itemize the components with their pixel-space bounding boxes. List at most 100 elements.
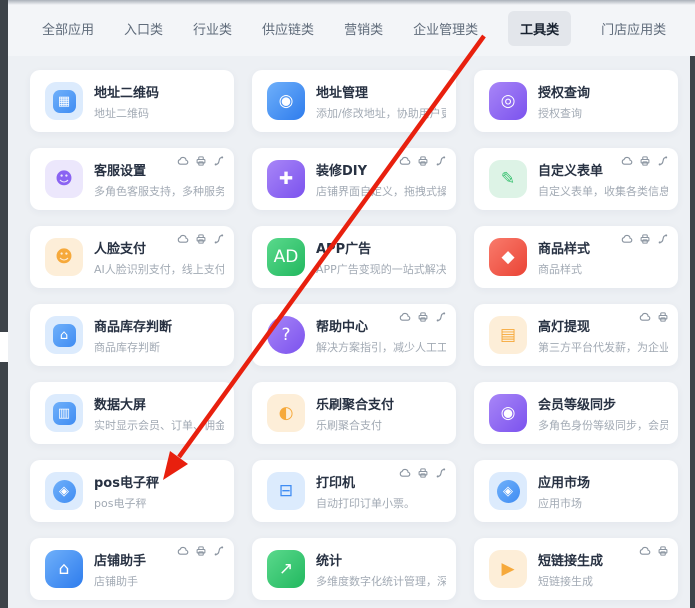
cloud-icon (399, 467, 411, 479)
tab-1[interactable]: 全部应用 (42, 19, 94, 38)
app-card-text: 数据大屏实时显示会员、订单、佣金、地... (94, 394, 224, 433)
app-title: 乐刷聚合支付 (316, 394, 446, 413)
printer-badge-icon (639, 155, 651, 167)
tab-4[interactable]: 供应链类 (262, 19, 314, 38)
tab-6[interactable]: 企业管理类 (413, 19, 478, 38)
qr-code-icon: ▦ (45, 82, 83, 120)
tab-8[interactable]: 门店应用类 (601, 19, 666, 38)
platform-badges (621, 155, 669, 167)
platform-badges (399, 155, 447, 167)
app-subtitle: 短链接生成 (538, 573, 668, 589)
app-card[interactable]: ◐ 乐刷聚合支付乐刷聚合支付 (252, 382, 456, 444)
platform-badges (177, 155, 225, 167)
printer-badge-icon (195, 545, 207, 557)
right-window-rail (690, 56, 695, 608)
app-subtitle: 多角色客服支持，多种服务入口。 (94, 183, 224, 199)
app-subtitle: 多维度数字化统计管理，深度了解... (316, 573, 446, 589)
app-card[interactable]: ▤高灯提现第三方平台代发薪，为企业减税降... (474, 304, 678, 366)
platform-badges (639, 311, 669, 323)
app-card-text: 授权查询授权查询 (538, 82, 668, 121)
app-title: pos电子秤 (94, 472, 224, 491)
app-card[interactable]: ↗ 统计多维度数字化统计管理，深度了解... (252, 538, 456, 600)
app-ad-icon: AD (267, 238, 305, 276)
app-title: 地址管理 (316, 82, 446, 101)
app-title: 商品库存判断 (94, 316, 224, 335)
cloud-icon (177, 545, 189, 557)
app-card[interactable]: ☻人脸支付AI人脸识别支付，线上支付即成线... (30, 226, 234, 288)
app-card-text: 商品库存判断商品库存判断 (94, 316, 224, 355)
printer-badge-icon (195, 233, 207, 245)
app-card[interactable]: ◈ pos电子秤pos电子秤 (30, 460, 234, 522)
left-rail-handle[interactable] (0, 332, 8, 362)
app-card[interactable]: ◉地址管理添加/修改地址，协助用户更改信... (252, 70, 456, 132)
decorate-diy-icon: ✚ (267, 160, 305, 198)
app-card[interactable]: ⌂商品库存判断商品库存判断 (30, 304, 234, 366)
aggregate-pay-icon: ◐ (267, 394, 305, 432)
app-subtitle: 多角色身份等级同步，会员成长体... (538, 417, 668, 433)
cloud-icon (621, 233, 633, 245)
pos-scale-icon: ◈ (45, 472, 83, 510)
withdraw-icon: ▤ (489, 316, 527, 354)
cloud-icon (639, 311, 651, 323)
app-card[interactable]: ⊟打印机自动打印订单小票。 (252, 460, 456, 522)
printer-badge-icon (657, 545, 669, 557)
app-subtitle: 店铺助手 (94, 573, 224, 589)
platform-badges (399, 467, 447, 479)
statistics-icon: ↗ (267, 550, 305, 588)
printer-badge-icon (657, 311, 669, 323)
printer-badge-icon (639, 233, 651, 245)
app-subtitle: 商品库存判断 (94, 339, 224, 355)
link-icon (213, 233, 225, 245)
app-subtitle: 商品样式 (538, 261, 668, 277)
top-shadow (8, 0, 695, 5)
printer-badge-icon (417, 155, 429, 167)
category-tabbar: 全部应用入口类行业类供应链类营销类企业管理类工具类门店应用类区块链类 (8, 0, 695, 56)
app-subtitle: 自动打印订单小票。 (316, 495, 446, 511)
data-screen-icon-glyph: ▥ (53, 402, 76, 425)
app-subtitle: AI人脸识别支付，线上支付即成线... (94, 261, 224, 277)
app-card[interactable]: ▥ 数据大屏实时显示会员、订单、佣金、地... (30, 382, 234, 444)
app-subtitle: 应用市场 (538, 495, 668, 511)
app-subtitle: 乐刷聚合支付 (316, 417, 446, 433)
printer-badge-icon (417, 467, 429, 479)
app-card[interactable]: ◈应用市场应用市场 (474, 460, 678, 522)
app-subtitle: 自定义表单，收集各类信息。 (538, 183, 668, 199)
printer-badge-icon (195, 155, 207, 167)
app-card[interactable]: ⌂店铺助手店铺助手 (30, 538, 234, 600)
link-icon (213, 545, 225, 557)
app-title: 统计 (316, 550, 446, 569)
app-subtitle: 店铺界面自定义，拖拽式操作，自... (316, 183, 446, 199)
authorization-search-icon: ◎ (489, 82, 527, 120)
app-card[interactable]: ◎ 授权查询授权查询 (474, 70, 678, 132)
product-style-icon: ◆ (489, 238, 527, 276)
short-link-icon: ▶ (489, 550, 527, 588)
app-card[interactable]: ☻客服设置多角色客服支持，多种服务入口。 (30, 148, 234, 210)
app-card[interactable]: ✎自定义表单自定义表单，收集各类信息。 (474, 148, 678, 210)
face-pay-icon: ☻ (45, 238, 83, 276)
member-level-icon: ◉ (489, 394, 527, 432)
platform-badges (621, 233, 669, 245)
app-card[interactable]: ◆商品样式商品样式 (474, 226, 678, 288)
link-icon (435, 155, 447, 167)
app-subtitle: APP广告变现的一站式解决方案 (316, 261, 446, 277)
cloud-icon (177, 155, 189, 167)
app-title: 授权查询 (538, 82, 668, 101)
tab-7-selected[interactable]: 工具类 (508, 11, 571, 46)
app-card[interactable]: ◉会员等级同步多角色身份等级同步，会员成长体... (474, 382, 678, 444)
tab-5[interactable]: 营销类 (344, 19, 383, 38)
help-center-icon: ? (267, 316, 305, 354)
link-icon (657, 233, 669, 245)
tab-2[interactable]: 入口类 (124, 19, 163, 38)
app-card[interactable]: ▶短链接生成短链接生成 (474, 538, 678, 600)
app-card[interactable]: ▦地址二维码地址二维码 (30, 70, 234, 132)
app-card[interactable]: ?帮助中心解决方案指引，减少人工工作量。 (252, 304, 456, 366)
app-card[interactable]: ✚装修DIY店铺界面自定义，拖拽式操作，自... (252, 148, 456, 210)
cloud-icon (177, 233, 189, 245)
custom-form-icon: ✎ (489, 160, 527, 198)
tab-3[interactable]: 行业类 (193, 19, 232, 38)
app-market-icon: ◈ (489, 472, 527, 510)
cloud-icon (621, 155, 633, 167)
app-card-text: pos电子秤pos电子秤 (94, 472, 224, 511)
platform-badges (177, 233, 225, 245)
app-card[interactable]: ADAPP广告APP广告变现的一站式解决方案 (252, 226, 456, 288)
